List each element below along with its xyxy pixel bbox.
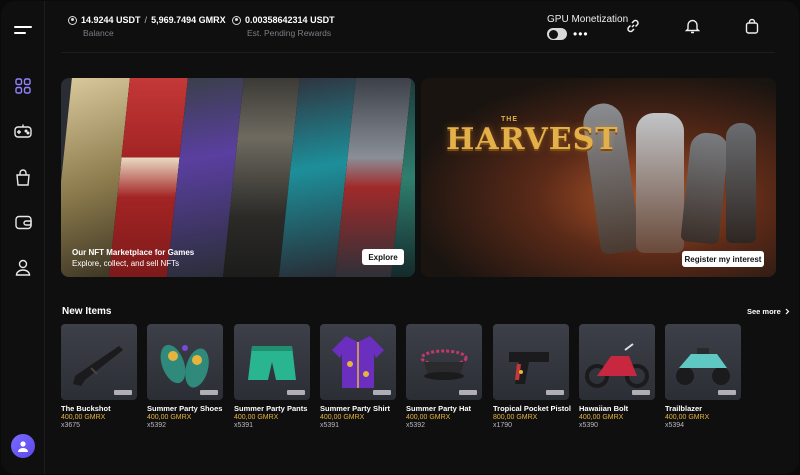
item-price: 400,00 GMRX (147, 414, 192, 421)
sandals-icon (160, 344, 209, 388)
item-thumbnail (234, 324, 310, 400)
item-tag (114, 390, 132, 395)
item-tag (373, 390, 391, 395)
app-window: 14.9244 USDT / 5,969.7494 GMRX Balance 0… (1, 1, 799, 474)
item-card[interactable]: Summer Party Hat 400,00 GMRX x5392 (406, 324, 482, 429)
item-tag (287, 390, 305, 395)
item-thumbnail (320, 324, 396, 400)
item-tag (718, 390, 736, 395)
balance-label: Balance (83, 28, 114, 38)
item-count: x5391 (320, 422, 340, 429)
marketplace-title: Our NFT Marketplace for Games (72, 248, 195, 257)
chevron-right-icon (785, 308, 790, 315)
item-name: Summer Party Hat (406, 404, 472, 413)
motorcycle-icon (585, 343, 649, 388)
balance-separator: / (144, 15, 148, 25)
robot-figure-2 (636, 113, 684, 253)
item-price: 400,00 GMRX (406, 414, 451, 421)
bell-icon[interactable] (683, 17, 701, 35)
item-price: 400,00 GMRX (61, 414, 106, 421)
item-name: Trailblazer (665, 404, 703, 413)
item-card[interactable]: Summer Party Shirt 400,00 GMRX x5391 (320, 324, 396, 429)
new-items-title: New Items (62, 306, 112, 317)
balance-usdt: 14.9244 USDT (81, 15, 141, 25)
item-name: Summer Party Shoes (147, 404, 223, 413)
cart-bag-icon[interactable] (743, 17, 761, 35)
grid-icon[interactable] (13, 76, 33, 96)
pending-icon (232, 15, 241, 25)
robot-figure-4 (726, 123, 756, 243)
item-count: x5392 (147, 422, 167, 429)
user-icon[interactable] (13, 257, 33, 277)
item-name: Summer Party Shirt (320, 404, 391, 413)
item-name: Hawaiian Bolt (579, 404, 629, 413)
item-price: 400,00 GMRX (579, 414, 624, 421)
marketplace-banner: Our NFT Marketplace for Games Explore, c… (61, 78, 415, 277)
item-card[interactable]: Trailblazer 400,00 GMRX x5394 (665, 324, 741, 429)
balance-stat: 14.9244 USDT / 5,969.7494 GMRX Balance (68, 15, 226, 38)
explore-button[interactable]: Explore (362, 249, 404, 265)
wallet-icon[interactable] (13, 212, 33, 232)
see-more-label: See more (747, 307, 781, 316)
item-count: x5391 (234, 422, 254, 429)
item-name: Summer Party Pants (234, 404, 308, 413)
pistol-icon (509, 352, 549, 384)
item-thumbnail (665, 324, 741, 400)
balance-icon (68, 15, 77, 25)
pending-label: Est. Pending Rewards (247, 28, 332, 38)
item-thumbnail (579, 324, 655, 400)
register-interest-button[interactable]: Register my interest (682, 251, 764, 267)
gpu-label: GPU Monetization (547, 14, 629, 25)
gamepad-icon[interactable] (13, 121, 33, 141)
item-card[interactable]: Tropical Pocket Pistol 800,00 GMRX x1790 (493, 324, 571, 429)
harvest-logo: HARVEST (446, 122, 619, 157)
item-count: x3675 (61, 422, 81, 429)
more-options-button[interactable]: ••• (573, 28, 589, 40)
item-thumbnail (61, 324, 137, 400)
shorts-icon (248, 346, 296, 380)
marketplace-subtitle: Explore, collect, and sell NFTs (72, 259, 180, 268)
avatar[interactable] (11, 434, 35, 458)
item-thumbnail (406, 324, 482, 400)
item-card[interactable]: The Buckshot 400,00 GMRX x3675 (61, 324, 137, 429)
bag-icon[interactable] (13, 167, 33, 187)
menu-icon[interactable] (14, 24, 34, 38)
shirt-icon (332, 336, 384, 388)
item-card[interactable]: Summer Party Pants 400,00 GMRX x5391 (234, 324, 310, 429)
item-count: x5392 (406, 422, 426, 429)
item-tag (200, 390, 218, 395)
gpu-monetization: GPU Monetization ••• (547, 14, 628, 40)
item-price: 400,00 GMRX (234, 414, 279, 421)
see-more-link[interactable]: See more (747, 307, 790, 316)
sidebar (1, 1, 45, 474)
item-thumbnail (147, 324, 223, 400)
pending-rewards-stat: 0.00358642314 USDT Est. Pending Rewards (232, 15, 335, 38)
item-price: 400,00 GMRX (665, 414, 710, 421)
pending-value: 0.00358642314 USDT (245, 15, 335, 25)
top-bar: 14.9244 USDT / 5,969.7494 GMRX Balance 0… (61, 1, 775, 53)
shotgun-icon (73, 346, 123, 386)
item-card[interactable]: Summer Party Shoes 400,00 GMRX x5392 (147, 324, 223, 429)
item-count: x5390 (579, 422, 599, 429)
item-price: 400,00 GMRX (320, 414, 365, 421)
marketplace-caption: Our NFT Marketplace for Games Explore, c… (72, 247, 194, 269)
harvest-banner: THE HARVEST Register my interest (421, 78, 776, 277)
atv-icon (676, 348, 730, 385)
item-count: x1790 (493, 422, 513, 429)
item-tag (632, 390, 650, 395)
item-price: 800,00 GMRX (493, 414, 538, 421)
item-card[interactable]: Hawaiian Bolt 400,00 GMRX x5390 (579, 324, 655, 429)
link-icon[interactable] (624, 17, 642, 35)
hat-icon (420, 349, 468, 380)
gpu-toggle[interactable] (547, 28, 567, 40)
item-count: x5394 (665, 422, 685, 429)
item-tag (459, 390, 477, 395)
item-thumbnail (493, 324, 569, 400)
item-tag (546, 390, 564, 395)
item-name: Tropical Pocket Pistol (493, 404, 571, 413)
item-name: The Buckshot (61, 404, 111, 413)
balance-gmrx: 5,969.7494 GMRX (151, 15, 226, 25)
